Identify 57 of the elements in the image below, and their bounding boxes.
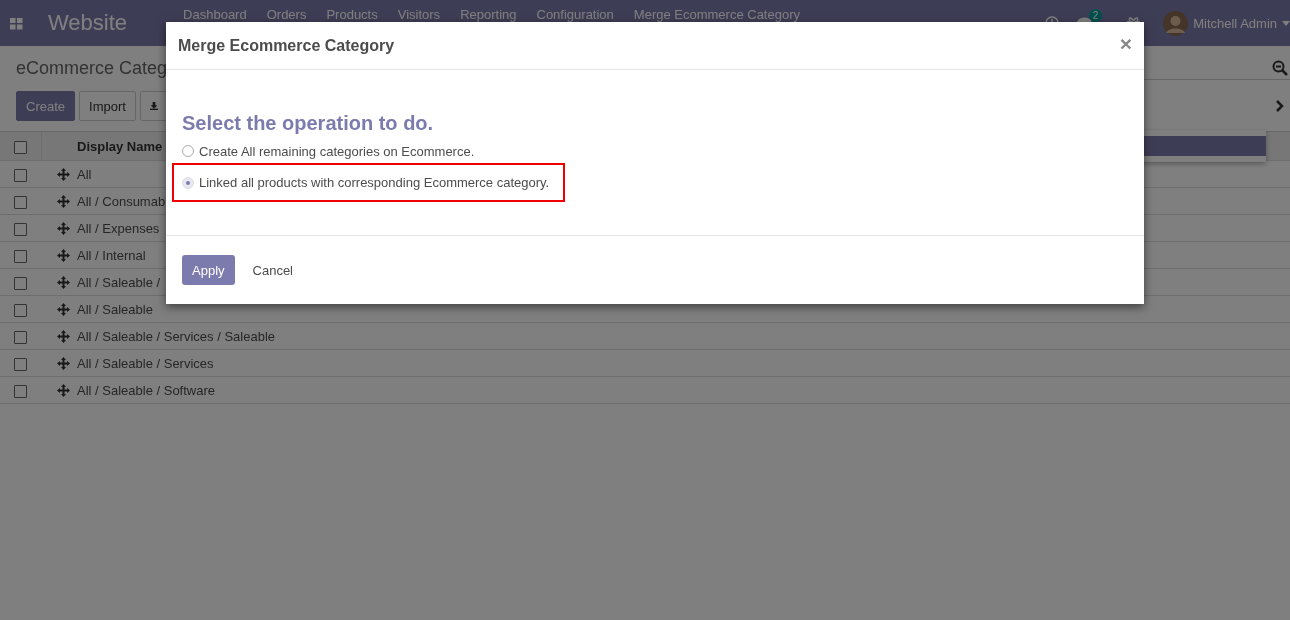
option-label[interactable]: Linked all products with corresponding Ecommerce category. (199, 175, 550, 190)
dialog-title: Merge Ecommerce Category (178, 36, 395, 55)
chevron-right-icon[interactable] (1276, 100, 1284, 112)
apply-button[interactable]: Apply (182, 255, 235, 285)
table-cell-text: All (76, 166, 92, 182)
cancel-button[interactable]: Cancel (242, 255, 303, 285)
table-cell-text: All / Expenses (76, 220, 160, 236)
table-cell-text: All / Saleable / Software (76, 382, 216, 398)
download-button[interactable] (139, 91, 168, 121)
checkbox[interactable] (14, 249, 28, 263)
table-cell-text: All / Consumab (76, 193, 166, 209)
drag-handle-icon[interactable] (56, 383, 70, 397)
table-cell-text: All / Saleable / (76, 274, 161, 290)
checkbox[interactable] (14, 303, 28, 317)
section-heading: Select the operation to do. (182, 112, 435, 135)
menu-item[interactable]: Dashboard (183, 7, 247, 22)
drag-handle-icon[interactable] (56, 167, 70, 181)
table-cell-text: All / Saleable (76, 301, 153, 317)
drag-handle-icon[interactable] (56, 356, 70, 370)
table-cell-text: All / Internal (76, 247, 146, 263)
apps-menu-icon[interactable] (10, 16, 23, 30)
drag-handle-icon[interactable] (56, 302, 70, 316)
menu-item[interactable]: Reporting (460, 7, 517, 22)
table-cell-text: All / Saleable / Services (76, 355, 214, 371)
menu-item[interactable]: Configuration (536, 7, 614, 22)
drag-handle-icon[interactable] (56, 194, 70, 208)
checkbox[interactable] (14, 195, 28, 209)
drag-handle-icon[interactable] (56, 221, 70, 235)
page-title: eCommerce Categ (16, 58, 168, 79)
checkbox[interactable] (14, 330, 28, 344)
close-button[interactable]: × (1119, 31, 1132, 60)
menu-item[interactable]: Products (326, 7, 378, 22)
caret-icon[interactable] (1282, 20, 1290, 26)
checkbox[interactable] (14, 384, 28, 398)
menu-item[interactable]: Merge Ecommerce Category (633, 7, 800, 22)
radio-button[interactable] (182, 176, 194, 189)
drag-handle-icon[interactable] (56, 275, 70, 289)
column-header[interactable]: Display Name (73, 138, 163, 154)
checkbox[interactable] (14, 276, 28, 290)
checkbox[interactable] (14, 140, 27, 154)
radio-button[interactable] (182, 145, 194, 157)
menu-item[interactable]: Visitors (397, 7, 441, 22)
notification-badge: 2 (1088, 8, 1103, 22)
checkbox[interactable] (14, 222, 28, 236)
search-icon[interactable] (1272, 60, 1288, 76)
checkbox[interactable] (14, 168, 28, 182)
option-label[interactable]: Create All remaining categories on Ecommerce. (199, 143, 475, 159)
table-cell-text: All / Saleable / Services / Saleable (76, 328, 275, 344)
user-name[interactable]: Mitchell Admin (1193, 15, 1277, 31)
drag-handle-icon[interactable] (56, 329, 70, 343)
checkbox[interactable] (14, 357, 28, 371)
drag-handle-icon[interactable] (56, 248, 70, 262)
download-icon (149, 100, 158, 112)
app-title: Website (48, 10, 128, 36)
create-button[interactable]: Create (16, 91, 76, 121)
menu-item[interactable]: Orders (266, 7, 307, 22)
import-button[interactable]: Import (79, 91, 136, 121)
